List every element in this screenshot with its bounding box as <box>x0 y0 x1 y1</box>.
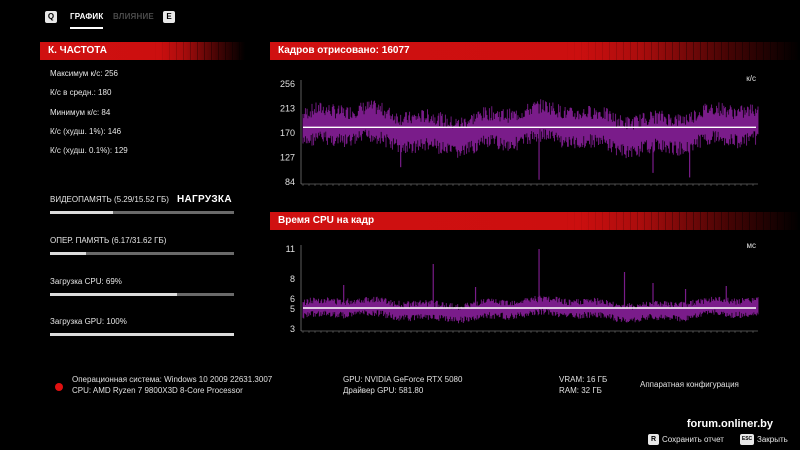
close-label: Закрыть <box>757 435 788 444</box>
ram-meter-fill <box>50 252 86 255</box>
vram-meter-fill <box>50 211 113 214</box>
frames-rendered-title: Кадров отрисовано: 16077 <box>278 45 410 56</box>
y-tick-label: 170 <box>280 128 295 138</box>
esc-key-icon: ESC <box>740 434 754 445</box>
record-indicator-icon <box>55 383 63 391</box>
y-tick-label: 84 <box>285 177 295 187</box>
cpu-load-meter-fill <box>50 293 177 296</box>
os-info: Операционная система: Windows 10 2009 22… <box>72 375 273 384</box>
gpu-load-label: Загрузка GPU: 100% <box>50 317 127 326</box>
cpu-frame-time-title: Время CPU на кадр <box>278 215 375 226</box>
series-line <box>302 295 759 324</box>
fps-panel-title: К. ЧАСТОТА <box>48 45 107 56</box>
gpu-info: GPU: NVIDIA GeForce RTX 5080 <box>343 375 463 384</box>
y-tick-label: 6 <box>290 294 295 304</box>
fps-chart: к/с 256 213 170 127 84 <box>270 70 762 194</box>
avg-fps-stat: К/с в средн.: 180 <box>50 88 112 97</box>
watermark: forum.onliner.by <box>686 418 773 430</box>
cpu-chart-header: Время CPU на кадр <box>270 210 800 232</box>
ram-info: RAM: 32 ГБ <box>559 386 602 395</box>
driver-info: Драйвер GPU: 581.80 <box>343 386 424 395</box>
y-tick-label: 11 <box>286 244 295 254</box>
tab-graph[interactable]: ГРАФИК <box>70 12 104 29</box>
fps-unit-label: к/с <box>746 74 756 83</box>
close-button[interactable]: ESC Закрыть <box>740 434 788 445</box>
vram-meter-label: ВИДЕОПАМЯТЬ (5.29/15.52 ГБ) <box>50 195 169 204</box>
max-fps-stat: Максимум к/с: 256 <box>50 69 118 78</box>
low-01-fps-stat: К/с (худш. 0.1%): 129 <box>50 146 128 155</box>
vram-info: VRAM: 16 ГБ <box>559 375 608 384</box>
y-tick-label: 213 <box>280 104 295 114</box>
ram-meter-label: ОПЕР. ПАМЯТЬ (6.17/31.62 ГБ) <box>50 236 167 245</box>
min-fps-stat: Минимум к/с: 84 <box>50 108 111 117</box>
r-key-icon: R <box>648 434 659 445</box>
y-tick-label: 5 <box>290 304 295 314</box>
fps-panel-header: К. ЧАСТОТА <box>40 40 245 62</box>
y-tick-label: 3 <box>290 324 295 334</box>
cpu-chart-svg: мс 11 8 65 3 <box>286 241 759 334</box>
fps-chart-svg: к/с 256 213 170 127 84 <box>280 74 759 187</box>
tab-impact[interactable]: ВЛИЯНИЕ <box>113 12 154 21</box>
save-report-button[interactable]: R Сохранить отчет <box>648 434 724 445</box>
cpu-load-meter <box>50 293 234 296</box>
vram-meter <box>50 211 234 214</box>
cpu-load-label: Загрузка CPU: 69% <box>50 277 122 286</box>
cpu-chart: мс 11 8 6 5 3 <box>270 240 762 338</box>
y-tick-label: 256 <box>280 79 295 89</box>
ram-meter <box>50 252 234 255</box>
tab-next-key[interactable]: E <box>163 11 175 23</box>
low-1-fps-stat: К/с (худш. 1%): 146 <box>50 127 122 136</box>
load-title: НАГРУЗКА <box>177 194 232 205</box>
gpu-load-meter-fill <box>50 333 234 336</box>
y-tick-label: 8 <box>290 274 295 284</box>
cpu-unit-label: мс <box>747 241 757 250</box>
fps-chart-header: Кадров отрисовано: 16077 <box>270 40 800 62</box>
y-tick-label: 127 <box>280 153 295 163</box>
gpu-load-meter <box>50 333 234 336</box>
hardware-config-link[interactable]: Аппаратная конфигурация <box>640 380 739 389</box>
save-report-label: Сохранить отчет <box>662 435 724 444</box>
tab-prev-key[interactable]: Q <box>45 11 57 23</box>
cpu-info: CPU: AMD Ryzen 7 9800X3D 8-Core Processo… <box>72 386 243 395</box>
